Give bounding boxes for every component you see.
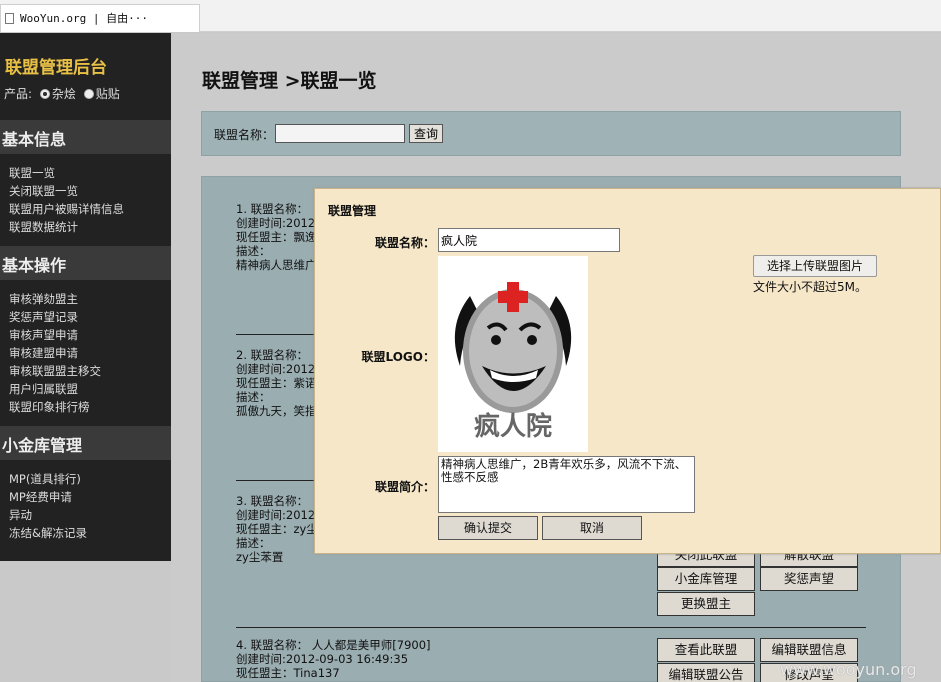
upload-logo-button[interactable]: 选择上传联盟图片 [753,255,877,277]
sidebar-item[interactable]: 冻结&解冻记录 [9,524,87,542]
sidebar-item[interactable]: 联盟数据统计 [9,218,124,236]
alliance-logo: 疯人院 [438,256,588,452]
item-desc-label: 描述： [236,390,271,404]
sidebar-item[interactable]: 审核声望申请 [9,326,101,344]
menu-basic-ops: 审核弹劾盟主 奖惩声望记录 审核声望申请 审核建盟申请 审核联盟盟主移交 用户归… [9,290,101,416]
sidebar-item[interactable]: MP(道具排行) [9,470,87,488]
search-panel: 联盟名称： 查询 [201,111,901,156]
confirm-submit-button[interactable]: 确认提交 [438,516,538,540]
reputation-button[interactable]: 奖惩声望 [760,567,858,591]
list-item: 4. 联盟名称： 人人都是美甲师[7900] 创建时间:2012-09-03 1… [236,638,431,680]
item-leader: 现任盟主：Tina137 [236,666,340,680]
logo-label: 联盟LOGO： [361,350,435,364]
item-name: 4. 联盟名称： 人人都是美甲师[7900] [236,638,431,652]
section-basic-ops: 基本操作 [0,246,171,280]
browser-tabbar: WooYun.org | 自由··· [0,0,941,32]
sidebar-item[interactable]: 审核联盟盟主移交 [9,362,101,380]
item-created: 创建时间:2012 [236,362,316,376]
sidebar-item[interactable]: 关闭联盟一览 [9,182,124,200]
view-alliance-button[interactable]: 查看此联盟 [657,638,755,662]
sidebar-item[interactable]: 联盟一览 [9,164,124,182]
item-desc: 孤傲九天，笑指 [236,404,317,418]
product-label: 产品: [4,87,33,101]
product-radio-tietie[interactable] [83,89,94,99]
list-item: 3. 联盟名称： 创建时间:2012 现任盟主：zy尘 描述： zy尘苯置 [236,494,318,564]
sidebar: 联盟管理后台 产品: 杂烩 贴贴 基本信息 联盟一览 关闭联盟一览 联盟用户被赐… [0,33,171,561]
edit-alliance-button[interactable]: 编辑联盟信息 [760,638,858,662]
page-icon [5,13,14,24]
treasury-button[interactable]: 小金库管理 [657,567,755,591]
item-name: 3. 联盟名称： [236,494,309,508]
section-basic-info: 基本信息 [0,120,171,154]
search-input[interactable] [275,124,405,143]
sidebar-item[interactable]: 联盟用户被赐详情信息 [9,200,124,218]
sidebar-item[interactable]: MP经费申请 [9,488,87,506]
sidebar-item[interactable]: 异动 [9,506,87,524]
upload-hint: 文件大小不超过5M。 [753,280,867,294]
change-leader-button[interactable]: 更换盟主 [657,592,755,616]
item-created: 创建时间:2012 [236,216,316,230]
sidebar-item[interactable]: 审核弹劾盟主 [9,290,101,308]
product-radio-zahui[interactable] [39,89,50,99]
item-leader: 现任盟主：飘逸 [236,230,317,244]
item-created: 创建时间:2012 [236,508,316,522]
item-desc-label: 描述： [236,536,271,550]
intro-label: 联盟简介： [374,480,435,494]
product-option-zahui: 杂烩 [51,87,76,101]
search-button[interactable]: 查询 [409,124,444,143]
edit-notice-button[interactable]: 编辑联盟公告 [657,663,755,682]
sidebar-item[interactable]: 奖惩声望记录 [9,308,101,326]
modal-title: 联盟管理 [328,204,377,218]
name-label: 联盟名称： [374,236,435,250]
browser-tab[interactable]: WooYun.org | 自由··· [0,4,200,32]
item-desc: 精神病人思维广 [236,258,317,272]
cancel-button[interactable]: 取消 [542,516,642,540]
watermark: www.wooyun.org [780,660,917,679]
product-selector: 产品: 杂烩 贴贴 [4,85,120,102]
search-label: 联盟名称： [214,128,275,142]
menu-treasury: MP(道具排行) MP经费申请 异动 冻结&解冻记录 [9,470,87,542]
page-title: 联盟管理 >联盟一览 [202,70,377,92]
intro-textarea[interactable]: 精神病人思维广，2B青年欢乐多，风流不下流、性感不反感 [438,456,695,513]
sidebar-item[interactable]: 审核建盟申请 [9,344,101,362]
item-leader: 现任盟主：紫诺 [236,376,317,390]
item-desc: zy尘苯置 [236,550,284,564]
section-treasury: 小金库管理 [0,426,171,460]
item-name: 1. 联盟名称： [236,202,309,216]
logo-caption: 疯人院 [473,412,552,442]
menu-basic-info: 联盟一览 关闭联盟一览 联盟用户被赐详情信息 联盟数据统计 [9,164,124,236]
list-item: 1. 联盟名称： 创建时间:2012 现任盟主：飘逸 描述： 精神病人思维广 [236,202,317,272]
item-leader: 现任盟主：zy尘 [236,522,318,536]
product-option-tietie: 贴贴 [95,87,120,101]
alliance-name-input[interactable] [438,228,620,252]
sidebar-item[interactable]: 联盟印象排行榜 [9,398,101,416]
divider [236,627,866,628]
item-created: 创建时间:2012-09-03 16:49:35 [236,652,409,666]
sidebar-item[interactable]: 用户归属联盟 [9,380,101,398]
item-desc-label: 描述： [236,244,271,258]
tab-title: WooYun.org | 自由··· [20,12,148,25]
alliance-edit-modal: 联盟管理 联盟名称： 联盟LOGO： 疯人院 选择上传联盟图片 文件大小不超过5… [314,188,941,554]
item-name: 2. 联盟名称： [236,348,309,362]
list-item: 2. 联盟名称： 创建时间:2012 现任盟主：紫诺 描述： 孤傲九天，笑指 [236,348,317,418]
brand-title: 联盟管理后台 [5,58,107,78]
